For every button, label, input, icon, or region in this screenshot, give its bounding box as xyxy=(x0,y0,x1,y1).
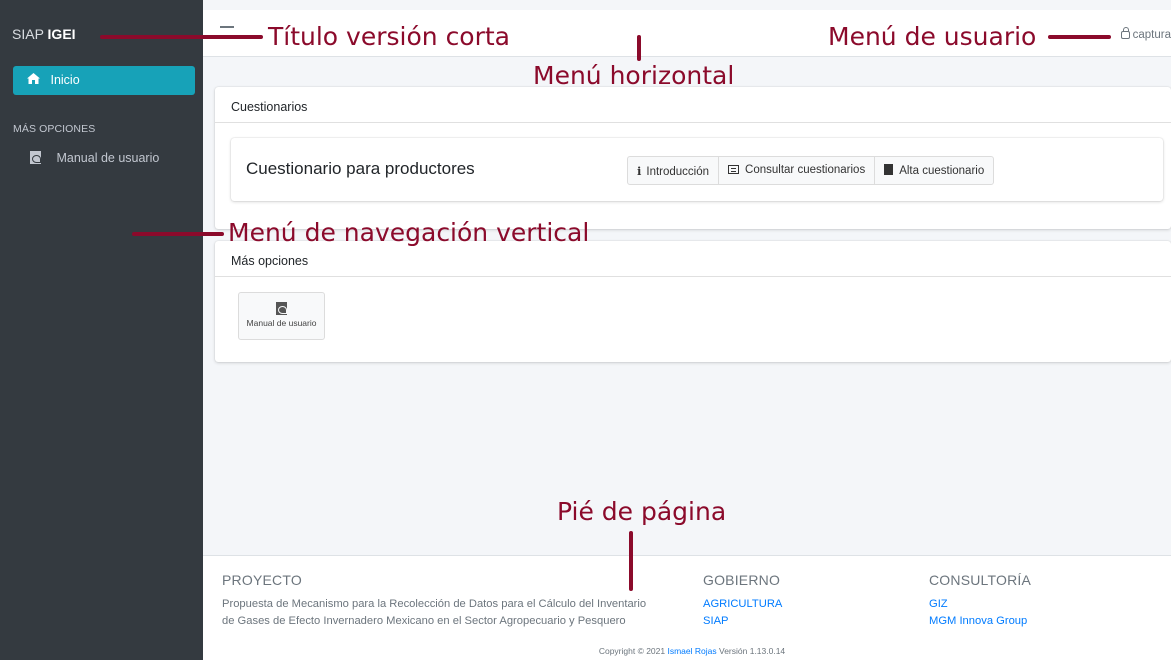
footer: PROYECTO Propuesta de Mecanismo para la … xyxy=(203,555,1171,660)
footer-text-line: Propuesta de Mecanismo para la Recolecci… xyxy=(222,598,647,610)
annotation-titulo: Título versión corta xyxy=(268,22,511,51)
sidebar-item-label: Inicio xyxy=(50,73,80,87)
footer-link-agricultura[interactable]: AGRICULTURA xyxy=(703,596,782,613)
brand-bold: IGEI xyxy=(47,26,76,42)
sidebar-item-inicio[interactable]: Inicio xyxy=(13,66,195,95)
cuestionarios-card: Cuestionarios Cuestionario para producto… xyxy=(215,87,1171,229)
tile-label: Manual de usuario xyxy=(246,318,317,328)
footer-text-line: de Gases de Efecto Invernadero Mexicano … xyxy=(222,615,626,627)
annotation-line xyxy=(629,531,633,591)
copyright-author-link[interactable]: Ismael Rojas xyxy=(667,646,716,656)
copyright: Copyright © 2021 Ismael Rojas Versión 1.… xyxy=(203,646,1171,656)
button-label: Consultar cuestionarios xyxy=(745,164,866,176)
annotation-line xyxy=(637,35,641,61)
footer-consultoria: CONSULTORÍA GIZ MGM Innova Group xyxy=(929,572,1031,630)
introduccion-button[interactable]: i Introducción xyxy=(628,157,720,184)
sidebar-section-label: MÁS OPCIONES xyxy=(13,123,96,135)
list-icon xyxy=(728,165,740,174)
button-label: Alta cuestionario xyxy=(899,165,985,177)
annotation-line xyxy=(100,35,263,39)
consultar-cuestionarios-button[interactable]: Consultar cuestionarios xyxy=(719,157,876,184)
questionnaire-actions: i Introducción Consultar cuestionarios Al… xyxy=(627,156,995,185)
card-header: Cuestionarios xyxy=(215,87,1171,123)
user-menu[interactable]: captura xyxy=(1120,27,1171,41)
sidebar-item-manual[interactable]: Manual de usuario xyxy=(30,151,159,165)
footer-gobierno: GOBIERNO AGRICULTURA SIAP xyxy=(703,572,782,630)
manual-usuario-tile[interactable]: Manual de usuario xyxy=(238,292,325,340)
brand-title[interactable]: SIAP IGEI xyxy=(0,10,203,56)
sidebar-item-label: Manual de usuario xyxy=(56,151,160,165)
pdf-file-icon xyxy=(276,302,287,315)
version-text: Versión 1.13.0.14 xyxy=(719,646,786,656)
annotation-menu-usuario: Menú de usuario xyxy=(828,22,1037,51)
brand-prefix: SIAP xyxy=(12,26,44,42)
mas-opciones-card: Más opciones Manual de usuario xyxy=(215,241,1171,362)
copyright-prefix: Copyright © 2021 xyxy=(598,646,666,656)
lock-icon xyxy=(1120,27,1130,39)
annotation-line xyxy=(1048,35,1111,39)
alta-cuestionario-button[interactable]: Alta cuestionario xyxy=(875,157,993,184)
questionnaire-title: Cuestionario para productores xyxy=(246,159,475,178)
hamburger-menu-icon[interactable] xyxy=(220,26,234,31)
home-icon xyxy=(27,73,41,87)
file-icon xyxy=(884,164,894,175)
footer-heading: GOBIERNO xyxy=(703,572,781,588)
annotation-menu-horizontal: Menú horizontal xyxy=(533,61,735,90)
footer-proyecto: PROYECTO Propuesta de Mecanismo para la … xyxy=(222,572,646,630)
footer-heading: PROYECTO xyxy=(222,572,302,588)
sidebar: SIAP IGEI Inicio MÁS OPCIONES Manual de … xyxy=(0,0,203,660)
footer-heading: CONSULTORÍA xyxy=(929,572,1032,588)
button-label: Introducción xyxy=(646,166,710,178)
footer-link-giz[interactable]: GIZ xyxy=(929,596,1031,613)
user-name: captura xyxy=(1132,29,1171,41)
annotation-pie: Pié de página xyxy=(557,497,727,526)
info-icon: i xyxy=(637,164,642,178)
pdf-file-icon xyxy=(30,151,41,164)
footer-link-siap[interactable]: SIAP xyxy=(703,613,782,630)
questionnaire-card: Cuestionario para productores i Introducc… xyxy=(231,138,1163,201)
footer-link-mgm[interactable]: MGM Innova Group xyxy=(929,613,1031,630)
annotation-menu-vertical: Menú de navegación vertical xyxy=(228,218,590,247)
annotation-line xyxy=(132,232,224,236)
